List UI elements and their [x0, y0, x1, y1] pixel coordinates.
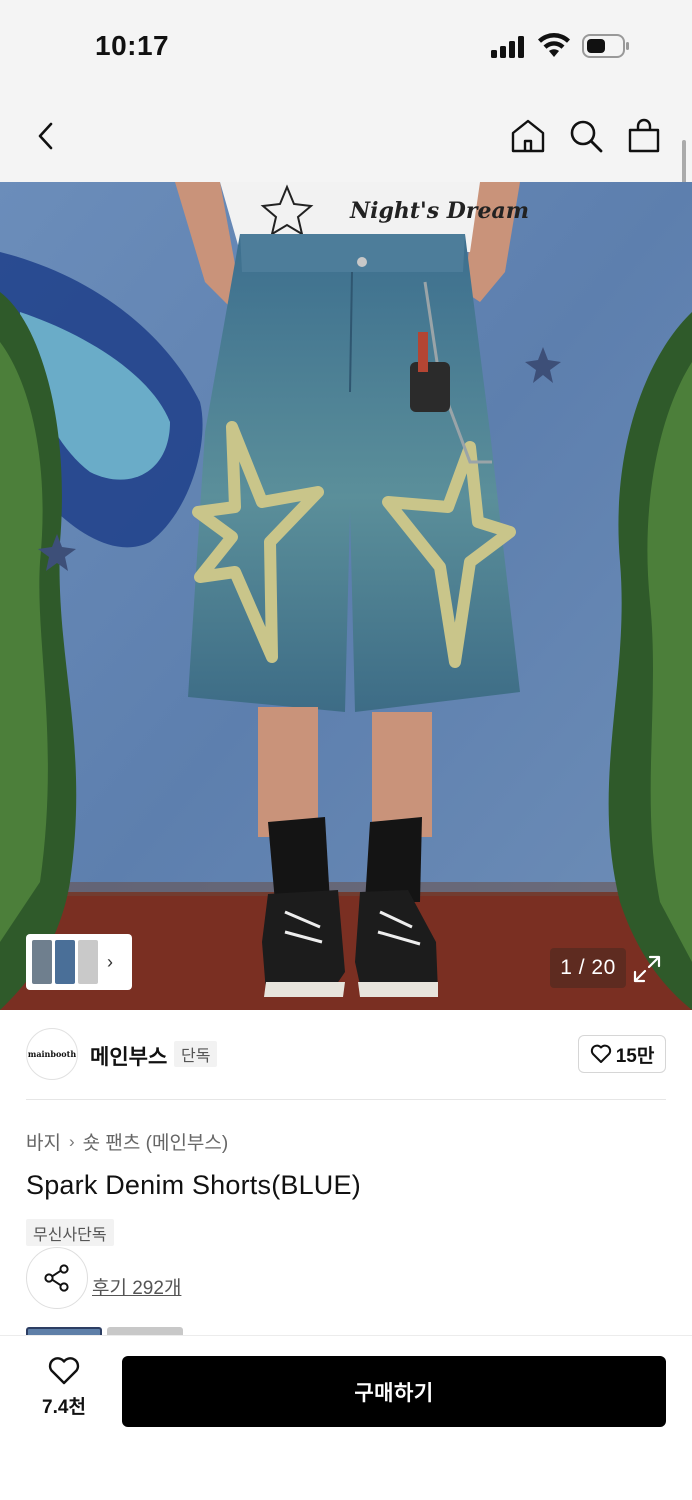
brand-like-count: 15만 [615, 1045, 655, 1067]
heart-icon [48, 1357, 80, 1385]
svg-text:Night's Dream: Night's Dream [349, 198, 529, 224]
review-count-link[interactable]: 후기 292개 [92, 1273, 181, 1300]
divider [26, 1099, 666, 1100]
breadcrumb-subcategory[interactable]: 숏 팬츠 (메인부스) [83, 1128, 229, 1155]
shopping-bag-icon [628, 118, 660, 153]
product-image-gallery[interactable]: Night's Dream › 1 / 20 [0, 182, 692, 1010]
brand-like-button[interactable]: 15만 [578, 1035, 666, 1073]
exclusive-badge: 단독 [174, 1041, 218, 1067]
breadcrumb-category[interactable]: 바지 [26, 1128, 61, 1155]
share-icon [44, 1264, 69, 1292]
chevron-left-icon [38, 122, 53, 150]
breadcrumb: 바지 › 숏 팬츠 (메인부스) [26, 1128, 228, 1155]
status-bar: 10:17 [0, 0, 692, 92]
bottom-action-bar: 7.4천 구매하기 [0, 1335, 692, 1500]
search-icon [570, 120, 603, 153]
wishlist-button[interactable]: 7.4천 [30, 1356, 98, 1426]
cellular-signal-icon [491, 36, 525, 58]
heart-icon [590, 1044, 611, 1063]
expand-icon[interactable] [630, 952, 664, 986]
product-photo: Night's Dream [0, 182, 692, 1010]
battery-icon [582, 34, 629, 58]
breadcrumb-separator-icon: › [68, 1131, 75, 1151]
brand-row: mainbooth 메인부스 단독 15만 [26, 1026, 666, 1082]
image-counter: 1 / 20 [550, 948, 626, 988]
product-title: Spark Denim Shorts(BLUE) [26, 1170, 361, 1200]
back-button[interactable] [26, 116, 66, 156]
home-button[interactable] [508, 116, 548, 156]
brand-logo[interactable]: mainbooth [26, 1028, 78, 1080]
thumbnail-image [78, 940, 98, 984]
thumbnail-strip-button[interactable]: › [26, 934, 132, 990]
search-button[interactable] [566, 116, 606, 156]
share-button[interactable] [26, 1247, 88, 1309]
buy-button[interactable]: 구매하기 [122, 1356, 666, 1427]
wishlist-count: 7.4천 [42, 1397, 86, 1418]
cart-button[interactable] [624, 116, 664, 156]
thumbnail-image [32, 940, 52, 984]
chevron-right-icon: › [107, 951, 113, 972]
thumbnail-image [55, 940, 75, 984]
brand-name-link[interactable]: 메인부스 [90, 1041, 167, 1071]
home-icon [511, 119, 545, 153]
musinsa-exclusive-tag: 무신사단독 [26, 1219, 114, 1246]
status-time: 10:17 [95, 30, 170, 61]
top-navigation-bar [0, 92, 692, 182]
wifi-icon [538, 33, 570, 57]
